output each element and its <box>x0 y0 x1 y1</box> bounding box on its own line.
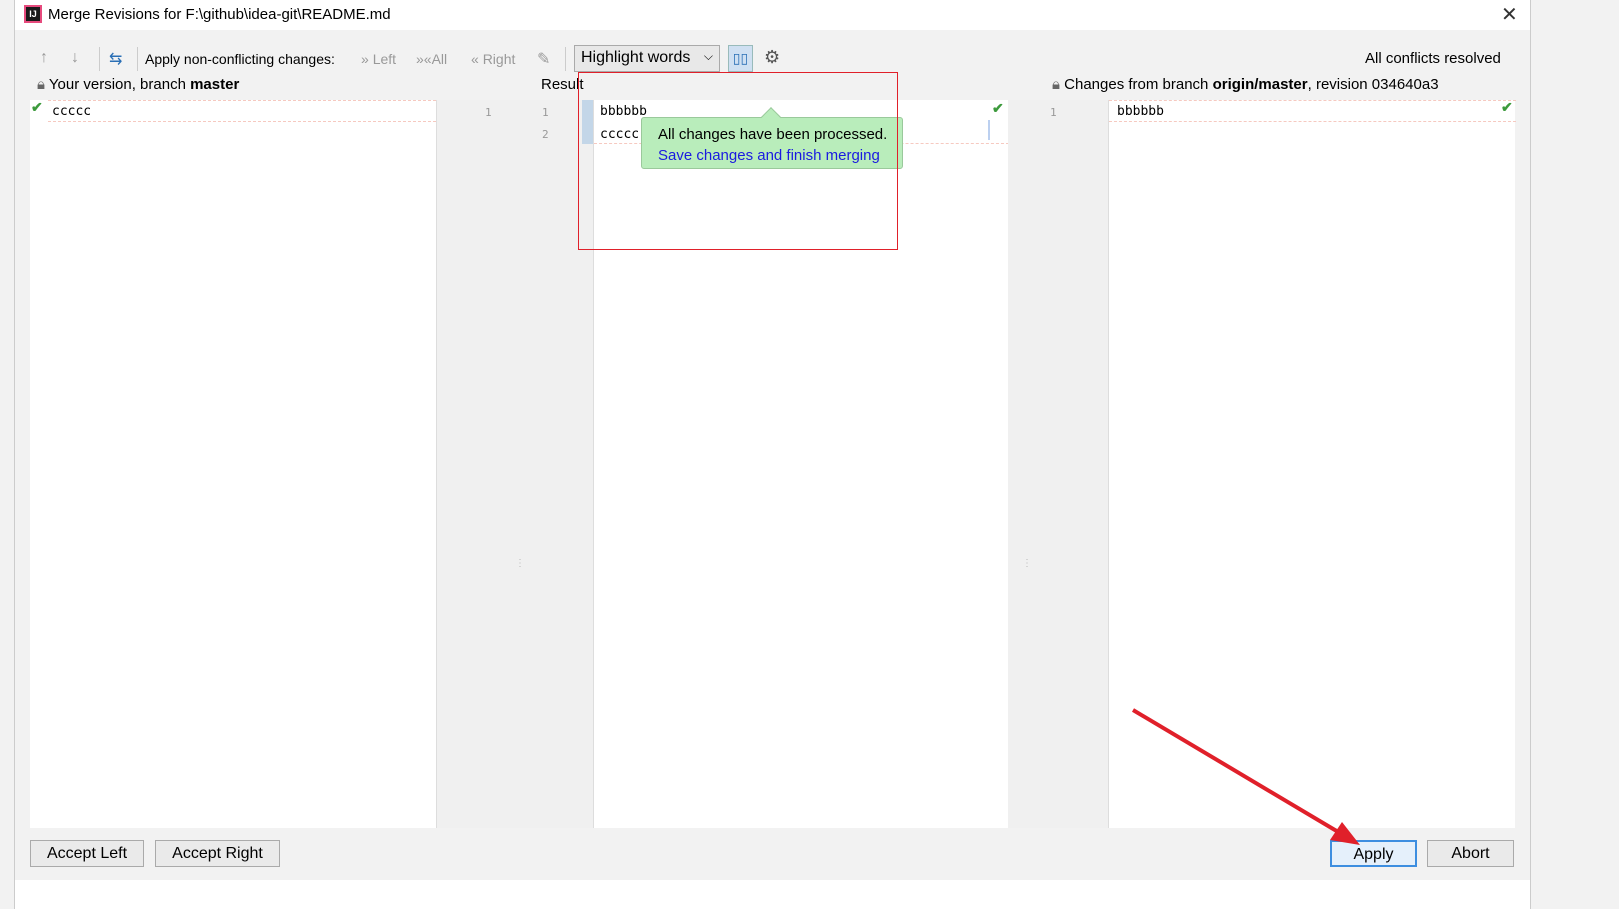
arrow-shaft <box>1131 708 1347 838</box>
arrow-head <box>1330 822 1360 845</box>
annotation-arrow <box>1131 708 1360 845</box>
